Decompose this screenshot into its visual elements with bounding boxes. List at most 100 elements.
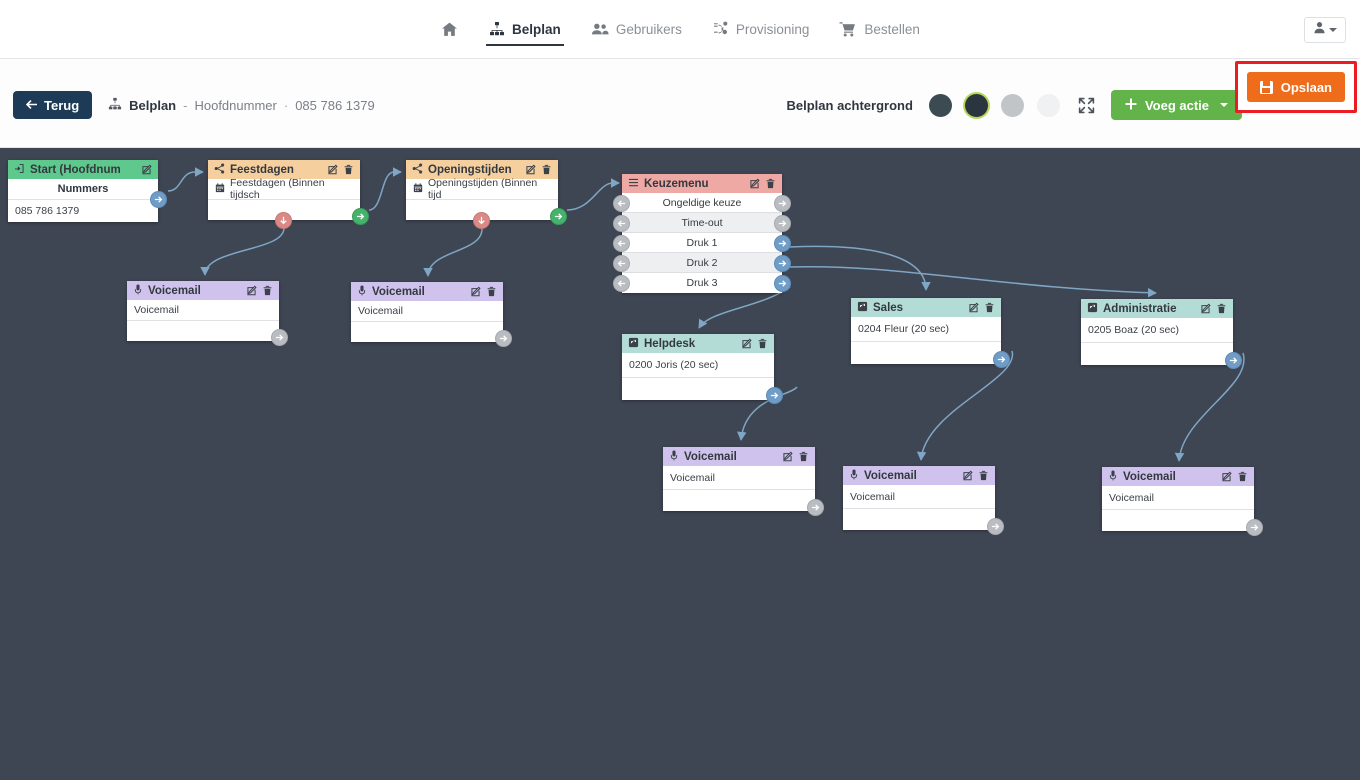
user-menu-button[interactable] bbox=[1304, 17, 1346, 43]
node-voicemail-5-output-port[interactable] bbox=[1246, 519, 1263, 536]
node-helpdesk[interactable]: Helpdesk 0200 Joris (20 sec) bbox=[622, 334, 783, 404]
breadcrumb: Belplan - Hoofdnummer · 085 786 1379 bbox=[108, 97, 375, 114]
node-sales-output-port[interactable] bbox=[993, 351, 1010, 368]
keuzemenu-option-row[interactable]: Druk 2 bbox=[613, 253, 791, 273]
node-voicemail-3-output-port[interactable] bbox=[807, 499, 824, 516]
option-input-port[interactable] bbox=[613, 214, 630, 232]
save-button[interactable]: Opslaan bbox=[1246, 72, 1345, 102]
background-swatch-4[interactable] bbox=[1036, 93, 1060, 117]
nav-provisioning[interactable]: Provisioning bbox=[697, 0, 825, 58]
node-feestdagen[interactable]: Feestdagen Feestdagen (Binnen tijdsch bbox=[208, 160, 369, 229]
option-input-port[interactable] bbox=[613, 194, 630, 212]
background-swatch-3[interactable] bbox=[1000, 93, 1024, 117]
node-feestdagen-output-port[interactable] bbox=[352, 208, 369, 225]
option-input-port[interactable] bbox=[613, 254, 630, 272]
node-administratie-actions[interactable] bbox=[1200, 303, 1227, 314]
node-voicemail-4[interactable]: Voicemail Voicemail bbox=[843, 466, 1004, 535]
node-voicemail-5[interactable]: Voicemail Voicemail bbox=[1102, 467, 1263, 536]
node-voicemail-2-header[interactable]: Voicemail bbox=[351, 282, 503, 301]
expand-arrows-icon[interactable] bbox=[1078, 97, 1095, 114]
node-start-header[interactable]: Start (Hoofdnum bbox=[8, 160, 158, 179]
arrow-left-icon bbox=[25, 98, 38, 113]
node-helpdesk-output-port[interactable] bbox=[766, 387, 783, 404]
node-helpdesk-actions[interactable] bbox=[741, 338, 768, 349]
node-voicemail-3-value: Voicemail bbox=[670, 471, 715, 484]
background-swatch-2[interactable] bbox=[964, 93, 988, 117]
nav-home[interactable] bbox=[425, 0, 474, 58]
top-navigation-bar: Belplan Gebruikers Provisioning Bestelle… bbox=[0, 0, 1360, 59]
option-output-port[interactable] bbox=[774, 194, 791, 212]
node-openingstijden-actions[interactable] bbox=[525, 164, 552, 175]
nav-gebruikers[interactable]: Gebruikers bbox=[576, 0, 697, 58]
node-voicemail-2-output-port[interactable] bbox=[495, 330, 512, 347]
nav-provisioning-label: Provisioning bbox=[735, 21, 810, 37]
trash-icon bbox=[542, 164, 551, 175]
trash-icon bbox=[758, 338, 767, 349]
node-voicemail-1-actions[interactable] bbox=[246, 285, 273, 296]
node-openingstijden-row: Openingstijden (Binnen tijd bbox=[406, 177, 558, 201]
back-button[interactable]: Terug bbox=[13, 91, 93, 119]
plus-icon bbox=[1125, 98, 1137, 113]
node-openingstijden-output-port[interactable] bbox=[550, 208, 567, 225]
nav-belplan[interactable]: Belplan bbox=[474, 0, 576, 58]
node-helpdesk-agent: 0200 Joris (20 sec) bbox=[629, 359, 719, 371]
node-openingstijden-fallback-port[interactable] bbox=[473, 212, 490, 229]
keuzemenu-option-row[interactable]: Druk 3 bbox=[613, 273, 791, 293]
background-swatch-1[interactable] bbox=[928, 93, 952, 117]
phone-group-icon bbox=[628, 337, 639, 351]
node-start-output-port[interactable] bbox=[150, 191, 167, 208]
node-sales-actions[interactable] bbox=[968, 302, 995, 313]
node-voicemail-5-actions[interactable] bbox=[1221, 471, 1248, 482]
node-helpdesk-header[interactable]: Helpdesk bbox=[622, 334, 774, 353]
node-administratie[interactable]: Administratie 0205 Boaz (20 sec) bbox=[1081, 299, 1242, 369]
node-voicemail-2-actions[interactable] bbox=[470, 286, 497, 297]
keuzemenu-option-label: Ongeldige keuze bbox=[662, 196, 742, 209]
node-openingstijden[interactable]: Openingstijden Openingstijden (Binnen ti… bbox=[406, 160, 567, 229]
option-output-port[interactable] bbox=[774, 234, 791, 252]
microphone-icon bbox=[849, 469, 859, 483]
node-voicemail-4-header[interactable]: Voicemail bbox=[843, 466, 995, 485]
node-voicemail-1[interactable]: Voicemail Voicemail bbox=[127, 281, 288, 346]
keuzemenu-option-row[interactable]: Ongeldige keuze bbox=[613, 193, 791, 213]
chevron-down-icon bbox=[1329, 28, 1337, 32]
option-input-port[interactable] bbox=[613, 234, 630, 252]
node-start-actions[interactable] bbox=[141, 164, 152, 175]
node-administratie-header[interactable]: Administratie bbox=[1081, 299, 1233, 318]
node-voicemail-1-output-port[interactable] bbox=[271, 329, 288, 346]
node-keuzemenu-header[interactable]: Keuzemenu bbox=[622, 174, 782, 193]
keuzemenu-option-row[interactable]: Druk 1 bbox=[613, 233, 791, 253]
option-output-port[interactable] bbox=[774, 274, 791, 292]
node-keuzemenu-actions[interactable] bbox=[749, 178, 776, 189]
option-input-port[interactable] bbox=[613, 274, 630, 292]
edit-icon bbox=[328, 164, 338, 175]
node-voicemail-4-actions[interactable] bbox=[962, 470, 989, 481]
node-sales[interactable]: Sales 0204 Fleur (20 sec) bbox=[851, 298, 1010, 368]
node-keuzemenu[interactable]: Keuzemenu Ongeldige keuze Time-out Druk … bbox=[613, 174, 791, 293]
phone-group-icon bbox=[857, 301, 868, 315]
option-output-port[interactable] bbox=[774, 254, 791, 272]
edit-icon bbox=[1222, 471, 1232, 482]
save-button-label: Opslaan bbox=[1280, 79, 1332, 95]
node-voicemail-1-value: Voicemail bbox=[134, 304, 179, 316]
keuzemenu-option-row[interactable]: Time-out bbox=[613, 213, 791, 233]
belplan-canvas[interactable]: Start (Hoofdnum Nummers 085 786 1379 Fee… bbox=[0, 148, 1360, 780]
node-voicemail-3-header[interactable]: Voicemail bbox=[663, 447, 815, 466]
node-voicemail-3[interactable]: Voicemail Voicemail bbox=[663, 447, 824, 516]
node-voicemail-5-header[interactable]: Voicemail bbox=[1102, 467, 1254, 486]
keuzemenu-option-label: Time-out bbox=[681, 216, 723, 229]
node-voicemail-2[interactable]: Voicemail Voicemail bbox=[351, 282, 512, 347]
nav-bestellen[interactable]: Bestellen bbox=[824, 0, 935, 58]
node-feestdagen-actions[interactable] bbox=[327, 164, 354, 175]
save-highlight-box: Opslaan bbox=[1234, 61, 1357, 113]
node-sales-footer bbox=[851, 342, 1001, 364]
node-sales-header[interactable]: Sales bbox=[851, 298, 1001, 317]
option-output-port[interactable] bbox=[774, 214, 791, 232]
node-voicemail-1-header[interactable]: Voicemail bbox=[127, 281, 279, 300]
add-action-button[interactable]: Voeg actie bbox=[1110, 90, 1242, 120]
node-voicemail-3-actions[interactable] bbox=[782, 451, 809, 462]
node-administratie-output-port[interactable] bbox=[1225, 352, 1242, 369]
node-feestdagen-fallback-port[interactable] bbox=[275, 212, 292, 229]
calendar-icon bbox=[215, 182, 225, 196]
node-start[interactable]: Start (Hoofdnum Nummers 085 786 1379 bbox=[8, 160, 167, 222]
node-voicemail-4-output-port[interactable] bbox=[987, 518, 1004, 535]
